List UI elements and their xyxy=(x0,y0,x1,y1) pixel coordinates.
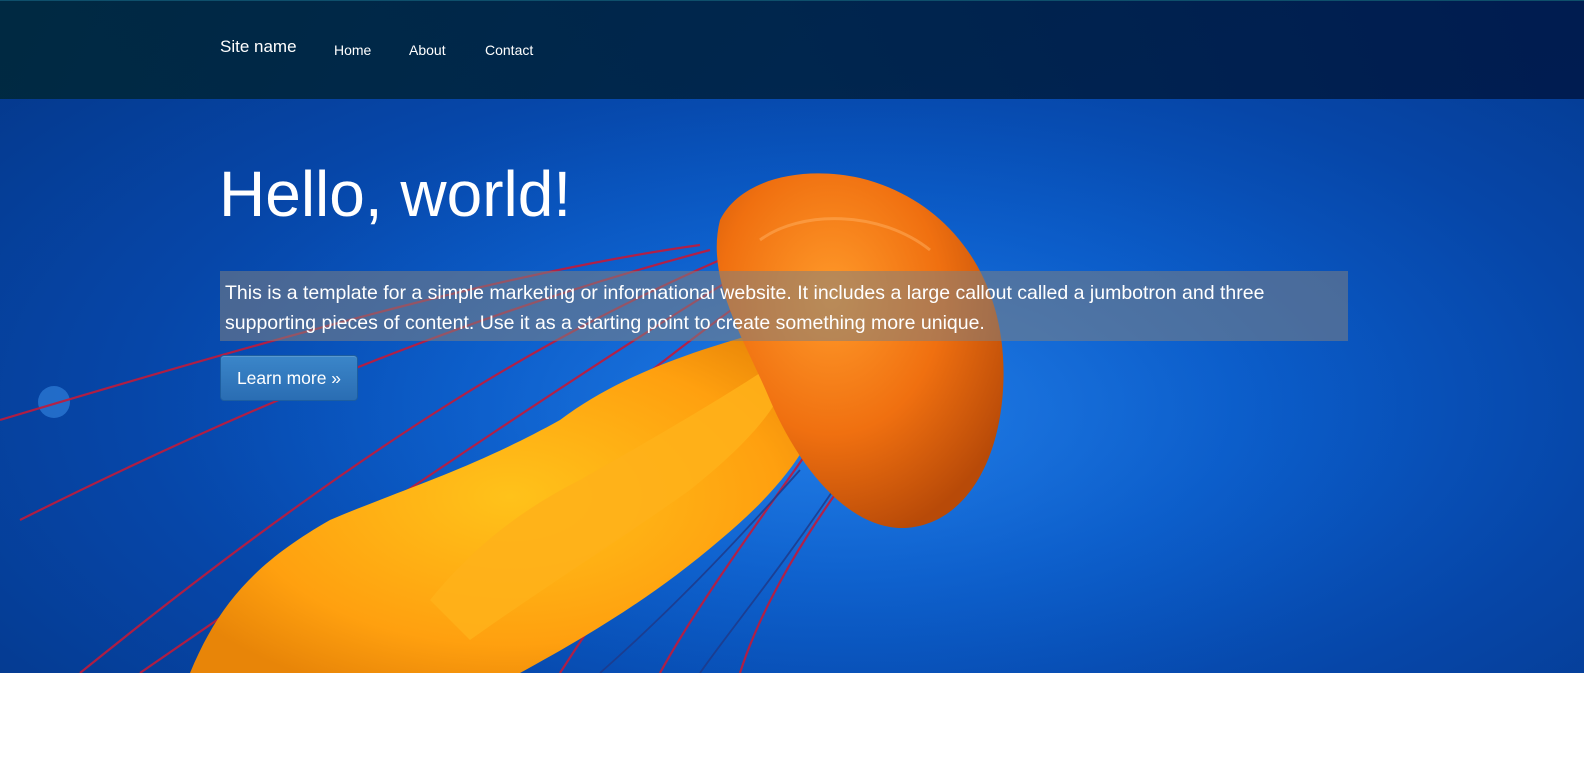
nav-link-home[interactable]: Home xyxy=(334,42,371,58)
jumbotron-heading: Hello, world! xyxy=(219,158,572,230)
learn-more-button[interactable]: Learn more » xyxy=(220,355,358,401)
top-navbar: Site name Home About Contact xyxy=(0,0,1584,99)
nav-link-about[interactable]: About xyxy=(409,42,446,58)
page: Site name Home About Contact Hello, worl… xyxy=(0,0,1584,779)
jumbotron-lead-text: This is a template for a simple marketin… xyxy=(220,271,1348,341)
nav-link-contact[interactable]: Contact xyxy=(485,42,533,58)
site-brand-link[interactable]: Site name xyxy=(220,37,297,57)
